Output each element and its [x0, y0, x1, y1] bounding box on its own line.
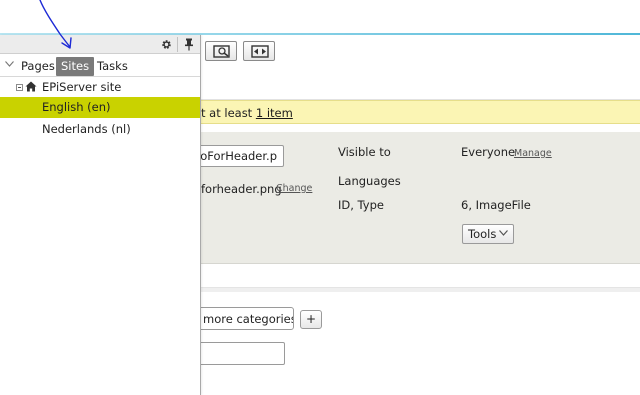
- tree-item-label: English (en): [42, 100, 111, 114]
- pane-tabs: Pages Sites Tasks: [0, 55, 200, 77]
- compare-button[interactable]: [243, 41, 275, 61]
- change-file-link[interactable]: Change: [276, 183, 312, 194]
- tree-item-site[interactable]: EPiServer site: [0, 77, 200, 98]
- visible-to-value: Everyone: [461, 145, 516, 159]
- id-type-label: ID, Type: [338, 198, 384, 212]
- more-categories-button[interactable]: more categories: [190, 307, 294, 330]
- pin-button[interactable]: [179, 36, 200, 53]
- notice-message: t at least: [201, 106, 256, 120]
- tree-item-english[interactable]: English (en): [0, 97, 200, 118]
- settings-button[interactable]: [156, 36, 177, 53]
- toolbar-divider: [177, 37, 178, 52]
- navigation-pane: Pages Sites Tasks EPiServer site English…: [0, 35, 201, 395]
- tree-item-label: EPiServer site: [42, 80, 122, 94]
- chevron-down-icon[interactable]: [5, 61, 14, 67]
- file-name: forheader.png: [201, 182, 282, 196]
- preview-button[interactable]: [205, 41, 237, 61]
- pin-icon: [185, 38, 193, 51]
- visible-to-label: Visible to: [338, 145, 391, 159]
- notice-text: t at least 1 item: [201, 106, 293, 120]
- gear-icon: [162, 40, 171, 49]
- chevron-down-icon: [499, 230, 508, 236]
- compare-icon: [251, 45, 269, 58]
- manage-access-link[interactable]: Manage: [514, 148, 552, 159]
- tools-label: Tools: [468, 227, 497, 241]
- languages-label: Languages: [338, 174, 401, 188]
- text-field[interactable]: [190, 342, 285, 365]
- tree-item-dutch[interactable]: Nederlands (nl): [0, 119, 200, 140]
- id-type-value: 6, ImageFile: [461, 198, 531, 212]
- pane-toolbar: [0, 35, 200, 54]
- tab-tasks[interactable]: Tasks: [92, 57, 133, 76]
- tree-item-label: Nederlands (nl): [42, 122, 131, 136]
- notice-items-link[interactable]: 1 item: [256, 106, 293, 120]
- tools-dropdown[interactable]: Tools: [462, 224, 514, 244]
- collapse-icon[interactable]: [16, 84, 23, 91]
- add-category-button[interactable]: +: [300, 310, 322, 329]
- tab-sites[interactable]: Sites: [56, 57, 95, 76]
- home-icon: [25, 81, 37, 92]
- tab-pages[interactable]: Pages: [16, 57, 60, 76]
- preview-icon: [213, 45, 230, 58]
